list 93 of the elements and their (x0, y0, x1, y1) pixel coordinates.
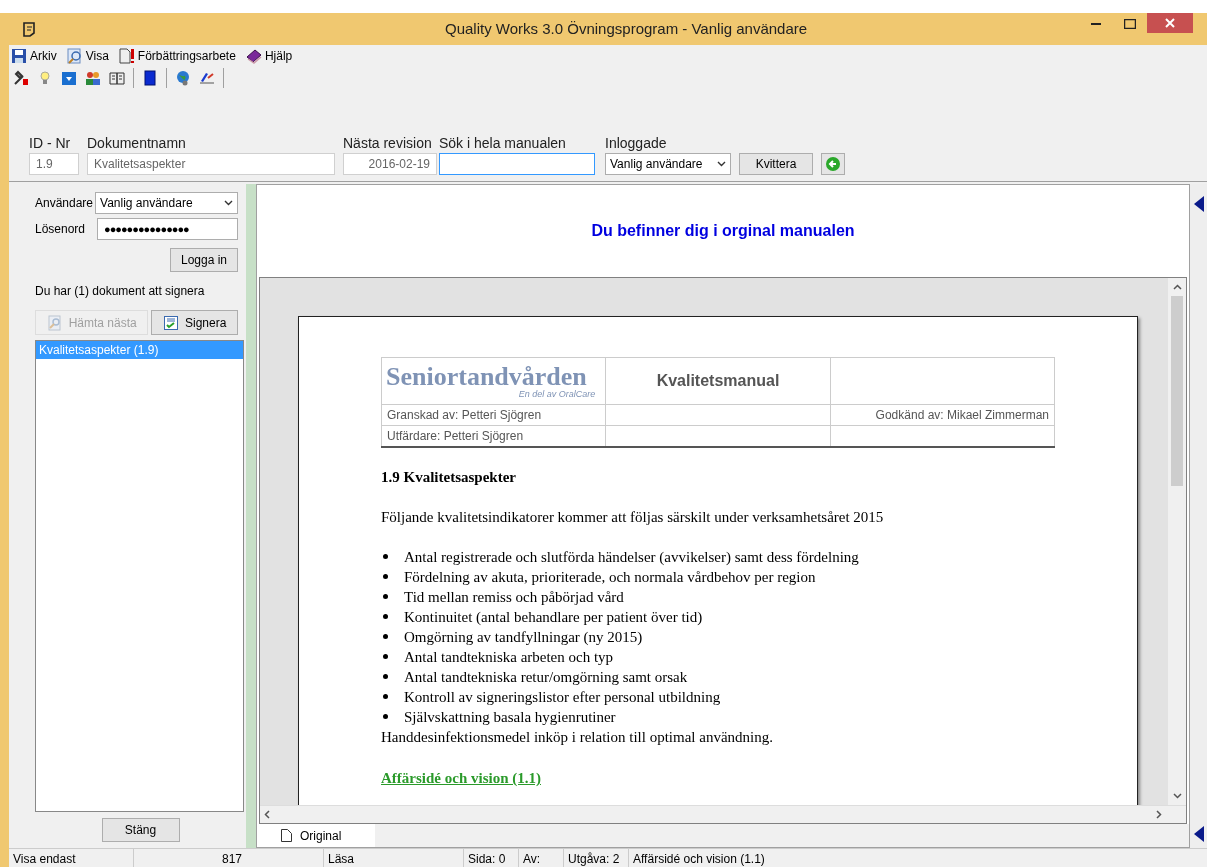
field-label: Lösenord (35, 221, 86, 238)
vertical-scrollbar[interactable] (1168, 278, 1186, 805)
lightbulb-icon[interactable] (37, 70, 53, 86)
user-dropdown[interactable]: Vanlig användare (95, 192, 238, 214)
list-item: Antal registrerade och slutförda händelser (avvikelser) samt dess fördelning (404, 547, 859, 567)
menu-item[interactable]: Förbättringsarbete (118, 47, 236, 65)
issuer-text: Utfärdare: Petteri Sjögren (387, 428, 524, 443)
field-label: Sök i hela manualen (439, 134, 567, 153)
status-text: Visa endast (9, 849, 134, 867)
status-text: Utgåva: 2 (564, 849, 629, 867)
book-icon (245, 48, 262, 64)
list-item: Självskattning basala hygienrutiner (404, 707, 616, 727)
confirm-button[interactable]: Kvittera (739, 153, 813, 175)
bullet-icon (383, 714, 388, 720)
bullet-icon (383, 634, 388, 640)
document-name-field[interactable]: Kvalitetsaspekter (87, 153, 335, 175)
status-text: Affärsidé och vision (1.1) (632, 851, 766, 867)
list-item: Omgörning av tandfyllningar (ny 2015) (404, 627, 643, 647)
list-item: Tid mellan remiss och påbörjad vård (404, 587, 624, 607)
checklist-icon (163, 314, 179, 331)
save-icon (11, 48, 27, 64)
bullet-icon (383, 554, 388, 560)
document-link[interactable]: Affärsidé och vision (1.1) (381, 766, 541, 790)
sign-button[interactable]: Signera (151, 310, 238, 335)
collapse-arrow-icon[interactable] (1194, 826, 1204, 842)
field-label: Dokumentnamn (87, 134, 187, 153)
id-field[interactable]: 1.9 (29, 153, 79, 175)
menu-item[interactable]: Visa (66, 47, 109, 65)
chevron-down-icon (224, 200, 233, 206)
menu-item[interactable]: Hjälp (245, 47, 293, 65)
page-icon (281, 829, 292, 842)
location-label: Du befinner dig i orginal manualen (591, 221, 855, 241)
message-text: Du har (1) dokument att signera (34, 283, 206, 300)
paragraph: Handdesinfektionsmedel inköp i relation till optimal användning. (381, 727, 774, 747)
reviewer-text: Granskad av: Petteri Sjögren (387, 407, 542, 422)
chevron-down-icon (717, 161, 726, 167)
scroll-up-icon[interactable] (1172, 284, 1182, 290)
status-text: Av: (519, 849, 564, 867)
field-label: Användare (35, 195, 94, 212)
status-text: Sida: 0 (464, 849, 519, 867)
magnifier-icon (66, 48, 83, 64)
download-icon[interactable] (61, 70, 77, 86)
search-field[interactable] (439, 153, 595, 175)
maximize-icon (1124, 19, 1136, 29)
field-label: ID - Nr (29, 134, 72, 153)
bullet-icon (383, 614, 388, 620)
tools-icon[interactable] (13, 70, 29, 86)
people-icon[interactable] (85, 70, 101, 86)
binder-icon[interactable] (142, 70, 158, 86)
document-heading: 1.9 Kvalitetsaspekter (381, 467, 517, 487)
minimize-icon (1091, 23, 1101, 25)
scroll-right-icon[interactable] (1156, 810, 1162, 819)
app-icon (21, 21, 37, 37)
password-field[interactable]: ●●●●●●●●●●●●●●● (97, 218, 238, 240)
document-tab[interactable]: Original (257, 824, 375, 847)
list-item: Antal tandtekniska arbeten och typ (404, 647, 614, 667)
scroll-left-icon[interactable] (264, 810, 270, 819)
bullet-icon (383, 694, 388, 700)
manual-title: Kvalitetsmanual (656, 371, 780, 389)
list-item: Kontroll av signeringslistor efter personal utbildning (404, 687, 721, 707)
globe-icon[interactable] (175, 70, 191, 86)
close-icon (1165, 18, 1175, 28)
horizontal-scrollbar[interactable] (260, 805, 1186, 823)
document-magnifier-icon (46, 314, 63, 331)
status-text: Läsa (324, 849, 464, 867)
bullet-icon (383, 674, 388, 680)
revision-field[interactable]: 2016-02-19 (343, 153, 437, 175)
window-title: Quality Works 3.0 Övningsprogram - Vanlig användare (445, 18, 808, 39)
open-book-icon[interactable] (109, 70, 125, 86)
scrollbar-thumb[interactable] (1171, 296, 1183, 486)
menu-item[interactable]: Arkiv (11, 47, 57, 65)
paragraph: Följande kvalitetsindikatorer kommer att följas särskilt under verksamhetsåret 2015 (381, 508, 885, 528)
signature-icon[interactable] (199, 70, 215, 86)
document-exclamation-icon (118, 48, 135, 64)
back-button[interactable] (821, 153, 845, 175)
list-item: Fördelning av akuta, prioriterade, och normala vårdbehov per region (404, 567, 816, 587)
close-button[interactable] (1147, 13, 1193, 33)
bullet-icon (383, 594, 388, 600)
user-dropdown[interactable]: Vanlig användare (605, 153, 731, 175)
bullet-icon (383, 574, 388, 580)
field-label: Inloggade (605, 134, 668, 153)
collapse-arrow-icon[interactable] (1194, 196, 1204, 212)
logo-text: Seniortandvården (386, 364, 587, 390)
logo-subtitle: En del av OralCare (517, 390, 596, 400)
status-text: 817 (134, 849, 324, 867)
list-item: Antal tandtekniska retur/omgörning samt orsak (404, 667, 688, 687)
login-button[interactable]: Logga in (169, 248, 238, 272)
bullet-icon (383, 654, 388, 660)
scroll-down-icon[interactable] (1172, 793, 1182, 799)
close-button[interactable]: Stäng (101, 818, 180, 842)
approver-text: Godkänd av: Mikael Zimmerman (875, 407, 1049, 422)
field-label: Nästa revision (343, 134, 433, 153)
list-item: Kontinuitet (antal behandlare per patient över tid) (404, 607, 703, 627)
